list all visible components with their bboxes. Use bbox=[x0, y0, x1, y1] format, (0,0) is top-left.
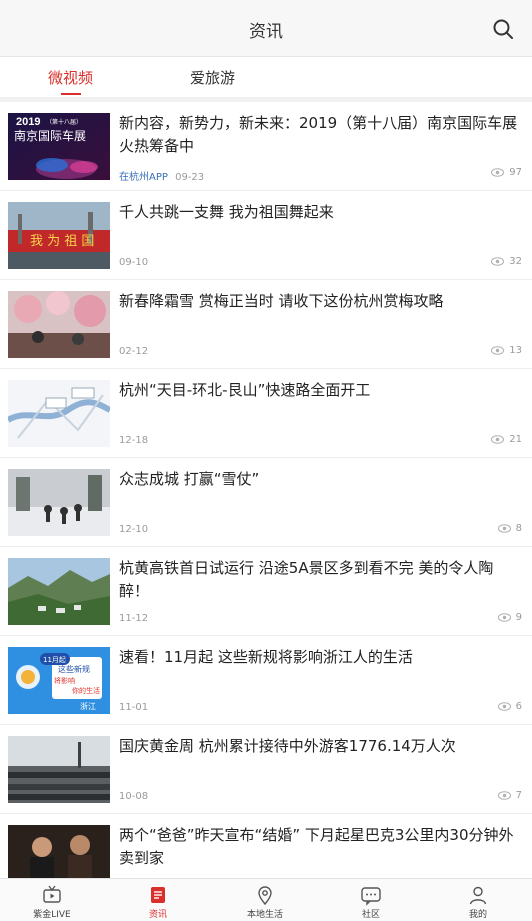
news-meta: 在杭州APP 09-23 bbox=[119, 168, 204, 183]
search-icon[interactable] bbox=[492, 18, 514, 40]
active-tab-indicator bbox=[61, 93, 81, 95]
eye-icon bbox=[491, 435, 505, 444]
view-count: 21 bbox=[491, 434, 522, 445]
app-header: 资讯 bbox=[0, 0, 532, 57]
news-date: 10-08 bbox=[119, 791, 149, 802]
thumb-year: 2019 bbox=[16, 116, 40, 128]
news-title[interactable]: 杭州“天目-环北-艮山”快速路全面开工 bbox=[119, 379, 522, 402]
news-item[interactable]: 杭黄高铁首日试运行 沿途5A景区多到看不完 美的令人陶醉！ 11-12 9 bbox=[0, 547, 532, 636]
news-thumbnail: 我 为 祖 国 bbox=[8, 202, 110, 269]
eye-icon bbox=[497, 702, 511, 711]
news-date: 09-10 bbox=[119, 257, 149, 268]
svg-text:将影响: 将影响 bbox=[54, 676, 75, 685]
news-date: 12-18 bbox=[119, 435, 149, 446]
eye-icon bbox=[497, 791, 511, 800]
news-title[interactable]: 千人共跳一支舞 我为祖国舞起来 bbox=[119, 201, 522, 224]
view-count: 32 bbox=[491, 256, 522, 267]
news-item[interactable]: 杭州“天目-环北-艮山”快速路全面开工 12-18 21 bbox=[0, 369, 532, 458]
nav-live[interactable]: 紫金LIVE bbox=[12, 884, 92, 920]
news-title[interactable]: 新内容，新势力，新未来：2019（第十八届）南京国际车展火热筹备中 bbox=[119, 112, 522, 158]
news-meta: 11-01 bbox=[119, 702, 148, 713]
news-title[interactable]: 速看！11月起 这些新规将影响浙江人的生活 bbox=[119, 646, 522, 669]
news-thumbnail bbox=[8, 469, 110, 536]
news-date: 12-10 bbox=[119, 524, 149, 535]
tab-travel[interactable]: 爱旅游 bbox=[190, 67, 235, 88]
thumb-edition: （第十八届） bbox=[46, 118, 82, 126]
nav-local-life[interactable]: 本地生活 bbox=[225, 884, 305, 920]
news-item[interactable]: 2019 （第十八届） 南京国际车展 新内容，新势力，新未来：2019（第十八届… bbox=[0, 102, 532, 191]
nav-community[interactable]: 社区 bbox=[331, 884, 411, 920]
news-meta: 02-12 bbox=[119, 346, 148, 357]
nav-news[interactable]: 资讯 bbox=[118, 884, 198, 920]
news-item[interactable]: 众志成城 打赢“雪仗” 12-10 8 bbox=[0, 458, 532, 547]
tv-icon bbox=[43, 885, 61, 903]
eye-icon bbox=[497, 613, 511, 622]
news-date: 11-12 bbox=[119, 613, 149, 624]
news-icon bbox=[151, 887, 165, 903]
news-date: 09-23 bbox=[175, 172, 205, 183]
news-thumbnail: 2019 （第十八届） 南京国际车展 bbox=[8, 113, 110, 180]
news-thumbnail bbox=[8, 558, 110, 625]
view-count: 8 bbox=[497, 523, 522, 534]
user-icon bbox=[469, 886, 487, 905]
view-count: 7 bbox=[497, 790, 522, 801]
eye-icon bbox=[491, 346, 505, 355]
news-title[interactable]: 新春降霜雪 赏梅正当时 请收下这份杭州赏梅攻略 bbox=[119, 290, 522, 313]
news-meta: 11-12 bbox=[119, 613, 148, 624]
news-thumbnail: 11月起 这些新规 将影响 你的生活 浙江 bbox=[8, 647, 110, 714]
chat-icon bbox=[361, 887, 381, 906]
news-title[interactable]: 众志成城 打赢“雪仗” bbox=[119, 468, 522, 491]
news-thumbnail bbox=[8, 736, 110, 803]
news-title[interactable]: 国庆黄金周 杭州累计接待中外游客1776.14万人次 bbox=[119, 735, 522, 758]
view-count: 97 bbox=[491, 167, 522, 178]
svg-text:这些新规: 这些新规 bbox=[58, 664, 90, 674]
view-count: 9 bbox=[497, 612, 522, 623]
page-title: 资讯 bbox=[249, 22, 283, 42]
category-tabs: 微视频 爱旅游 bbox=[0, 57, 532, 97]
news-item[interactable]: 新春降霜雪 赏梅正当时 请收下这份杭州赏梅攻略 02-12 13 bbox=[0, 280, 532, 369]
svg-text:11月起: 11月起 bbox=[43, 656, 66, 664]
bottom-navigation: 紫金LIVE 资讯 本地生活 社区 我的 bbox=[0, 878, 532, 921]
svg-text:你的生活: 你的生活 bbox=[72, 686, 100, 695]
news-meta: 09-10 bbox=[119, 257, 148, 268]
news-thumbnail bbox=[8, 380, 110, 447]
nav-profile[interactable]: 我的 bbox=[438, 884, 518, 920]
thumb-event-name: 南京国际车展 bbox=[14, 128, 86, 143]
news-source[interactable]: 在杭州APP bbox=[119, 172, 168, 183]
news-thumbnail bbox=[8, 291, 110, 358]
view-count: 13 bbox=[491, 345, 522, 356]
news-meta: 12-10 bbox=[119, 524, 148, 535]
news-item[interactable]: 国庆黄金周 杭州累计接待中外游客1776.14万人次 10-08 7 bbox=[0, 725, 532, 814]
eye-icon bbox=[497, 524, 511, 533]
svg-text:我 为 祖 国: 我 为 祖 国 bbox=[30, 234, 94, 249]
tab-micro-video[interactable]: 微视频 bbox=[48, 67, 93, 88]
location-icon bbox=[258, 886, 272, 906]
eye-icon bbox=[491, 257, 505, 266]
eye-icon bbox=[491, 168, 505, 177]
view-count: 6 bbox=[497, 701, 522, 712]
news-meta: 10-08 bbox=[119, 791, 148, 802]
news-list: 2019 （第十八届） 南京国际车展 新内容，新势力，新未来：2019（第十八届… bbox=[0, 102, 532, 903]
news-meta: 12-18 bbox=[119, 435, 148, 446]
news-title[interactable]: 杭黄高铁首日试运行 沿途5A景区多到看不完 美的令人陶醉！ bbox=[119, 557, 522, 603]
news-title[interactable]: 两个“爸爸”昨天宣布“结婚” 下月起星巴克3公里内30分钟外卖到家 bbox=[119, 824, 522, 870]
news-date: 11-01 bbox=[119, 702, 149, 713]
svg-text:浙江: 浙江 bbox=[80, 701, 96, 711]
news-date: 02-12 bbox=[119, 346, 149, 357]
news-item[interactable]: 11月起 这些新规 将影响 你的生活 浙江 速看！11月起 这些新规将影响浙江人… bbox=[0, 636, 532, 725]
news-item[interactable]: 我 为 祖 国 千人共跳一支舞 我为祖国舞起来 09-10 32 bbox=[0, 191, 532, 280]
